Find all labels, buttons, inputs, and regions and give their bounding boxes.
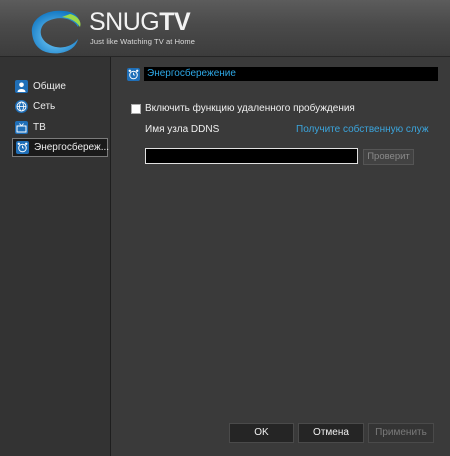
remote-wake-label: Включить функцию удаленного пробуждения (145, 103, 355, 114)
ddns-hostname-label: Имя узла DDNS (145, 124, 220, 135)
remote-wake-row: Включить функцию удаленного пробуждения (131, 103, 355, 114)
sidebar-item-tv[interactable]: ТВ (12, 118, 108, 137)
user-icon (15, 80, 28, 93)
ddns-hostname-input[interactable] (145, 148, 358, 164)
sidebar-item-label: Общие (33, 81, 66, 92)
page-title: Энергосбережение (144, 67, 438, 81)
sidebar-item-power-saving[interactable]: Энергосбереж... (12, 138, 110, 157)
ok-button[interactable]: OK (229, 423, 294, 443)
apply-button[interactable]: Применить (368, 423, 434, 443)
brand-name: SNUGTV (89, 8, 191, 36)
app-header: SNUGTV Just like Watching TV at Home (0, 0, 450, 57)
remote-wake-checkbox[interactable] (131, 103, 141, 114)
sidebar-item-label: ТВ (33, 122, 46, 133)
settings-content: Энергосбережение Включить функцию удален… (111, 57, 450, 456)
alarm-clock-icon (127, 67, 140, 81)
sidebar-item-general[interactable]: Общие (12, 77, 108, 96)
verify-button[interactable]: Проверит (363, 149, 414, 165)
tv-icon (15, 121, 28, 134)
sidebar-item-label: Сеть (33, 101, 56, 112)
settings-sidebar: Общие Сеть ТВ Энергосбереж... (0, 57, 111, 456)
section-header: Энергосбережение (127, 67, 438, 81)
get-ddns-service-link[interactable]: Получите собственную служ (296, 124, 450, 135)
sidebar-item-label: Энергосбереж... (34, 142, 110, 153)
brand-tagline: Just like Watching TV at Home (90, 37, 196, 46)
snugtv-logo-icon (31, 10, 81, 54)
alarm-clock-icon (16, 141, 29, 154)
cancel-button[interactable]: Отмена (298, 423, 364, 443)
sidebar-item-network[interactable]: Сеть (12, 97, 108, 116)
globe-icon (15, 100, 28, 113)
